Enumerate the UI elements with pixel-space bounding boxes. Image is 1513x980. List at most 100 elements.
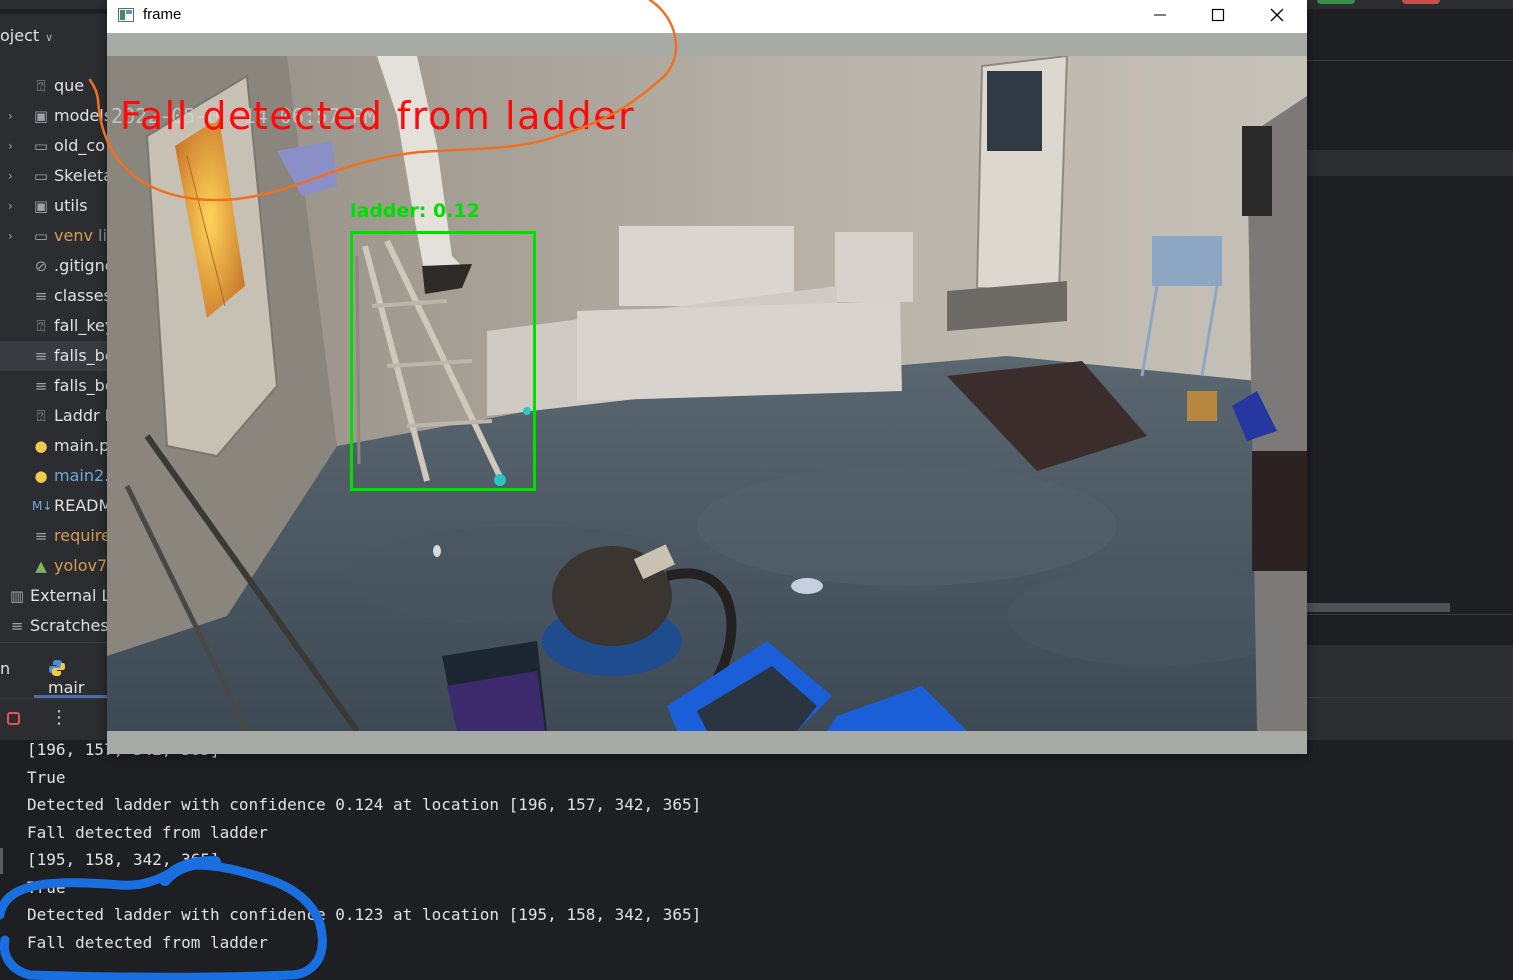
library-icon: ▥ <box>9 587 25 605</box>
tree-item[interactable]: › ▣ models <box>0 101 107 131</box>
divider <box>1307 614 1513 615</box>
tree-item[interactable]: ⍰ que <box>0 71 107 101</box>
close-button[interactable] <box>1247 0 1305 33</box>
tree-item[interactable]: ≡ require <box>0 521 107 551</box>
tree-item[interactable]: ≡ falls_bo <box>0 341 107 371</box>
minimize-button[interactable] <box>1131 0 1189 33</box>
run-toolbar: ⋮ <box>0 698 107 741</box>
editor-highlight-band <box>1307 150 1513 176</box>
run-label: n <box>0 659 11 678</box>
scratches-and-consoles-label: Scratches <box>30 616 107 635</box>
tree-item-label: Laddr F <box>54 406 107 425</box>
tree-item[interactable]: ● main.p <box>0 431 107 461</box>
tree-item[interactable]: › ▭ venv li <box>0 221 107 251</box>
tree-item-label: fall_key <box>54 316 107 335</box>
tree-item-label: venv <box>54 226 93 245</box>
project-tree: ⍰ que › ▣ models › ▭ old_co › ▭ Skeleta › ▣ utils › ▭ ve… <box>0 58 107 642</box>
tree-item-label: main2. <box>54 466 107 485</box>
text-file-icon: ≡ <box>34 287 48 305</box>
tree-item-label: utils <box>54 196 88 215</box>
folder-icon: ▭ <box>33 167 49 185</box>
question-file-icon: ⍰ <box>36 317 46 335</box>
tree-item-extra: li <box>98 226 107 245</box>
chevron-right-icon[interactable]: › <box>8 101 13 131</box>
tree-item[interactable]: M↓ READM <box>0 491 107 521</box>
garage-scene-image <box>107 56 1307 731</box>
close-icon <box>1270 8 1284 22</box>
stop-button-edge[interactable] <box>1402 0 1440 4</box>
tree-item[interactable]: ≡ classes <box>0 281 107 311</box>
more-options-icon[interactable]: ⋮ <box>50 707 68 728</box>
console-line: Detected ladder with confidence 0.124 at… <box>27 795 702 814</box>
tree-item[interactable]: ⍰ fall_key <box>0 311 107 341</box>
console-line: [195, 158, 342, 365] <box>27 850 220 869</box>
folder-icon: ▭ <box>33 227 49 245</box>
tree-item[interactable]: ≡ falls_bo <box>0 371 107 401</box>
tree-item[interactable]: ⍰ Laddr F <box>0 401 107 431</box>
run-toolbar-right <box>1307 697 1513 741</box>
maximize-button[interactable] <box>1189 0 1247 33</box>
run-button-edge[interactable] <box>1317 0 1355 4</box>
detection-label: ladder: 0.12 <box>350 200 480 222</box>
editor-area-right <box>1307 9 1513 740</box>
minimize-icon <box>1154 14 1166 16</box>
folder-icon: ▭ <box>33 137 49 155</box>
package-folder-icon: ▣ <box>33 107 49 125</box>
console-line: True <box>27 878 66 897</box>
video-frame: -2022-05-0 14:06:57 PM Fall detected fro… <box>107 56 1307 731</box>
project-header[interactable]: oject ∨ <box>0 14 107 58</box>
chevron-down-icon: ∨ <box>45 31 54 44</box>
ignore-file-icon: ⊘ <box>34 257 48 275</box>
weights-file-icon: ▲ <box>35 557 47 575</box>
chevron-right-icon[interactable]: › <box>8 131 13 161</box>
horizontal-scrollbar[interactable] <box>1307 603 1450 612</box>
console-line: Detected ladder with confidence 0.123 at… <box>27 905 702 924</box>
tree-item[interactable]: ⊘ .gitignc <box>0 251 107 281</box>
console-gutter-marker <box>0 848 3 874</box>
tree-item-label: require <box>54 526 107 545</box>
scratches-icon: ≡ <box>10 617 24 635</box>
console-line: Fall detected from ladder <box>27 823 268 842</box>
tree-item[interactable]: › ▣ utils <box>0 191 107 221</box>
tree-item[interactable]: › ▭ old_co <box>0 131 107 161</box>
python-file-icon: ● <box>34 467 48 485</box>
frame-padding-bottom <box>107 731 1307 754</box>
tree-item-label: classes <box>54 286 107 305</box>
frame-window[interactable]: frame -2022-05-0 14:06:57 PM Fall detect… <box>107 0 1307 754</box>
console-line: True <box>27 768 66 787</box>
chevron-right-icon[interactable]: › <box>8 221 13 251</box>
maximize-icon <box>1211 8 1225 22</box>
console-line: Fall detected from ladder <box>27 933 268 952</box>
chevron-right-icon[interactable]: › <box>8 161 13 191</box>
tree-item-label: Skeleta <box>54 166 107 185</box>
markdown-file-icon: M↓ <box>32 499 53 513</box>
frame-titlebar[interactable]: frame <box>107 0 1307 33</box>
scratches-and-consoles[interactable]: ≡ Scratches <box>0 611 107 641</box>
tree-item-label: falls_bo <box>54 376 107 395</box>
stop-icon[interactable] <box>7 712 20 725</box>
tree-item[interactable]: › ▭ Skeleta <box>0 161 107 191</box>
tree-item[interactable]: ● main2. <box>0 461 107 491</box>
tree-item-label: yolov7 <box>54 556 107 575</box>
tree-item-label: que <box>54 76 85 95</box>
external-libraries[interactable]: ▥ External L <box>0 581 107 611</box>
python-file-icon: ● <box>34 437 48 455</box>
tree-item-label: falls_bo <box>54 346 107 365</box>
chevron-right-icon[interactable]: › <box>8 191 13 221</box>
window-title: frame <box>143 6 182 23</box>
external-libraries-label: External L <box>30 586 107 605</box>
package-folder-icon: ▣ <box>33 197 49 215</box>
python-icon <box>49 660 65 676</box>
divider <box>1307 60 1513 61</box>
tree-item-label: old_co <box>54 136 105 155</box>
run-tool-tabs: n mair <box>0 642 107 699</box>
run-console[interactable]: [196, 157, 342, 365] True Detected ladde… <box>0 740 1513 980</box>
app-window-icon <box>118 8 134 22</box>
project-title: oject <box>0 26 40 45</box>
text-file-icon: ≡ <box>34 347 48 365</box>
detection-bounding-box <box>350 231 536 491</box>
tree-item[interactable]: ▲ yolov7 <box>0 551 107 581</box>
tab-main-run[interactable]: mair <box>48 659 107 697</box>
frame-padding-top <box>107 33 1307 56</box>
tree-item-label: models <box>54 106 107 125</box>
